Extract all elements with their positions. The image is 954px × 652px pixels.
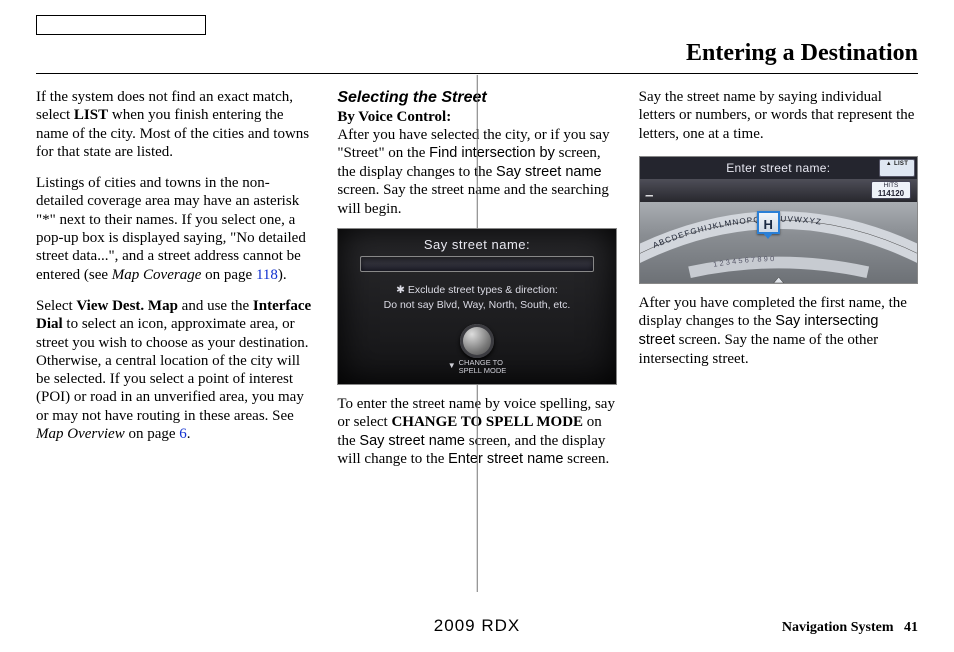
text: on page — [201, 267, 256, 283]
para: Select View Dest. Map and use the Interf… — [36, 297, 315, 443]
change-mode-label: ▼ CHANGE TO SPELL MODE — [448, 359, 507, 376]
text: ). — [278, 267, 287, 283]
page-title: Entering a Destination — [36, 40, 918, 74]
text: to select an icon, approximate area, or … — [36, 316, 308, 423]
screen-name: Find intersection by — [429, 145, 555, 161]
input-row: _ HITS 114120 — [640, 179, 917, 202]
text: screen. — [563, 451, 609, 467]
section-label: Navigation System — [782, 620, 894, 635]
para: Say the street name by saying individual… — [639, 88, 918, 143]
dial-icon — [460, 324, 494, 358]
screen-name: Say street name — [359, 433, 465, 449]
note-line: Do not say Blvd, Way, North, South, etc. — [338, 299, 615, 312]
screenshot-enter-street: Enter street name: ▲ LIST _ HITS 114120 … — [639, 156, 918, 284]
screen-title-bar: Enter street name: ▲ LIST — [640, 157, 917, 179]
text: . — [187, 426, 191, 442]
page-link[interactable]: 118 — [256, 267, 278, 283]
screen-name: Say street name — [496, 164, 602, 180]
screen-title: Say street name: — [338, 237, 615, 253]
text: ▲ LIST — [880, 160, 914, 169]
text: CHANGE TO SPELL MODE — [459, 359, 507, 376]
column-1: If the system does not find an exact mat… — [36, 88, 315, 482]
down-triangle-icon: ▼ — [448, 362, 456, 371]
hits-counter: HITS 114120 — [871, 181, 911, 199]
text: and use the — [178, 298, 253, 314]
selected-key: H — [757, 211, 780, 234]
column-3: Say the street name by saying individual… — [639, 88, 918, 482]
para: Listings of cities and towns in the non-… — [36, 174, 315, 284]
hits-value: 114120 — [872, 190, 910, 198]
page-link[interactable]: 6 — [179, 426, 187, 442]
text: screen. Say the name of the other inters… — [639, 332, 879, 367]
text-bold: LIST — [74, 107, 108, 123]
para: If the system does not find an exact mat… — [36, 88, 315, 161]
input-value: _ — [646, 182, 871, 198]
footer: 2009 RDX Navigation System 41 — [36, 620, 918, 636]
text-bold: CHANGE TO SPELL MODE — [391, 414, 583, 430]
note-line: ✱ Exclude street types & direction: — [338, 284, 615, 297]
para: After you have completed the first name,… — [639, 294, 918, 368]
text: screen. Say the street name and the sear… — [337, 182, 609, 216]
page-num: 41 — [904, 620, 918, 635]
screen-name: Enter street name — [448, 451, 563, 467]
text: Select — [36, 298, 76, 314]
annotation-box — [36, 15, 206, 35]
screenshot-say-street: Say street name: ✱ Exclude street types … — [337, 228, 616, 385]
screen-title: Enter street name: — [726, 161, 830, 175]
model-year: 2009 RDX — [434, 616, 520, 636]
text-italic: Map Coverage — [112, 267, 202, 283]
text-bold: View Dest. Map — [76, 298, 178, 314]
page-number: Navigation System 41 — [782, 620, 918, 636]
list-button: ▲ LIST — [879, 159, 915, 177]
text: on page — [125, 426, 180, 442]
text-italic: Map Overview — [36, 426, 125, 442]
input-bar — [360, 256, 593, 272]
